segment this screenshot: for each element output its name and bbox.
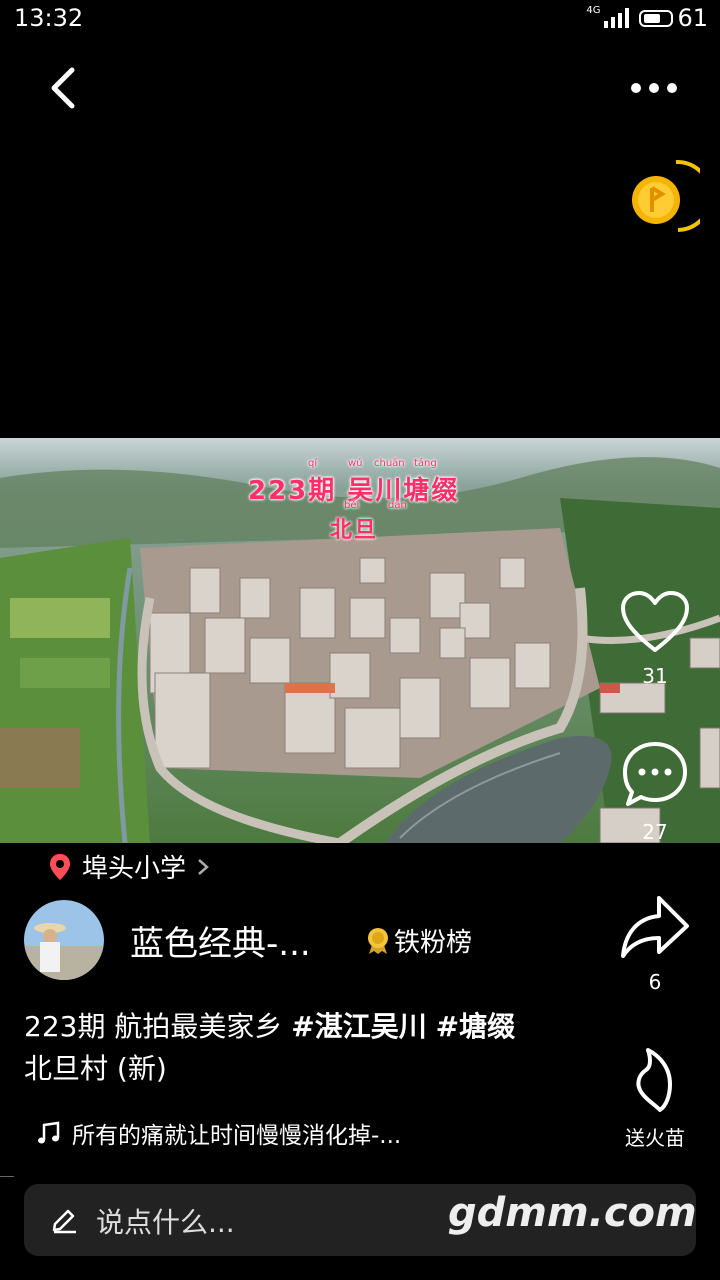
music-note-icon	[38, 1121, 60, 1144]
pencil-icon	[52, 1209, 76, 1234]
comment-placeholder: 说点什么...	[96, 1206, 235, 1239]
medal-icon	[368, 927, 388, 954]
share-button[interactable]: 6	[610, 894, 700, 994]
back-icon[interactable]	[40, 62, 88, 114]
site-watermark: gdmm.com	[448, 1190, 697, 1236]
pinyin-annotation: táng	[414, 458, 437, 469]
pinyin-annotation: chuān	[374, 458, 405, 469]
pinyin-annotation: wú	[348, 458, 363, 469]
music-info[interactable]: 所有的痛就让时间慢慢消化掉-...	[36, 1116, 401, 1150]
status-icons: 4G 61	[586, 4, 708, 32]
post-description: 223期 航拍最美家乡 #湛江吴川 #塘缀 北旦村 (新)	[24, 1006, 604, 1090]
chevron-right-icon	[198, 858, 209, 875]
video-overlay-title: 223期 吴川塘缀 qí wú chuān táng běi dàn	[248, 458, 459, 511]
comment-icon	[623, 742, 687, 806]
location-pin-icon	[50, 853, 70, 880]
hashtag-zhanjiang-wuchuan[interactable]: #湛江吴川	[291, 1010, 426, 1043]
share-icon	[621, 896, 689, 958]
battery-icon	[639, 9, 674, 27]
video-overlay-subtitle: 北旦	[330, 518, 379, 543]
network-type: 4G	[586, 4, 601, 16]
pinyin-annotation: dàn	[388, 500, 407, 511]
location-tag[interactable]: 埠头小学	[48, 848, 210, 885]
status-time: 13:32	[14, 4, 84, 32]
divider	[0, 1176, 14, 1177]
comment-button[interactable]: 27	[610, 740, 700, 844]
hashtag-tangzhui[interactable]: #塘缀	[436, 1010, 515, 1043]
like-button[interactable]: 31	[610, 590, 700, 688]
fan-rank-label: 铁粉榜	[394, 928, 473, 958]
author-avatar[interactable]	[24, 900, 104, 980]
coin-reward-icon[interactable]	[628, 158, 700, 236]
description-line2: 北旦村 (新)	[24, 1052, 167, 1085]
avatar-image	[24, 900, 104, 980]
fan-rank-badge[interactable]: 铁粉榜	[366, 922, 472, 959]
like-count: 31	[642, 664, 668, 688]
pinyin-annotation: qí	[308, 458, 318, 469]
flame-icon	[636, 1048, 672, 1112]
send-fire-button[interactable]: 送火苗	[610, 1046, 700, 1151]
signal-icon	[604, 8, 630, 28]
heart-icon	[621, 591, 689, 652]
music-title: 所有的痛就让时间慢慢消化掉-...	[72, 1123, 402, 1149]
battery-level: 61	[677, 4, 708, 32]
share-count: 6	[648, 970, 662, 994]
description-text: 223期 航拍最美家乡	[24, 1010, 292, 1043]
send-fire-label: 送火苗	[625, 1126, 685, 1150]
location-name: 埠头小学	[82, 854, 187, 884]
pinyin-annotation: běi	[344, 500, 360, 511]
more-icon[interactable]	[624, 70, 684, 106]
author-name[interactable]: 蓝色经典-...	[130, 916, 311, 965]
comment-count: 27	[642, 820, 668, 844]
